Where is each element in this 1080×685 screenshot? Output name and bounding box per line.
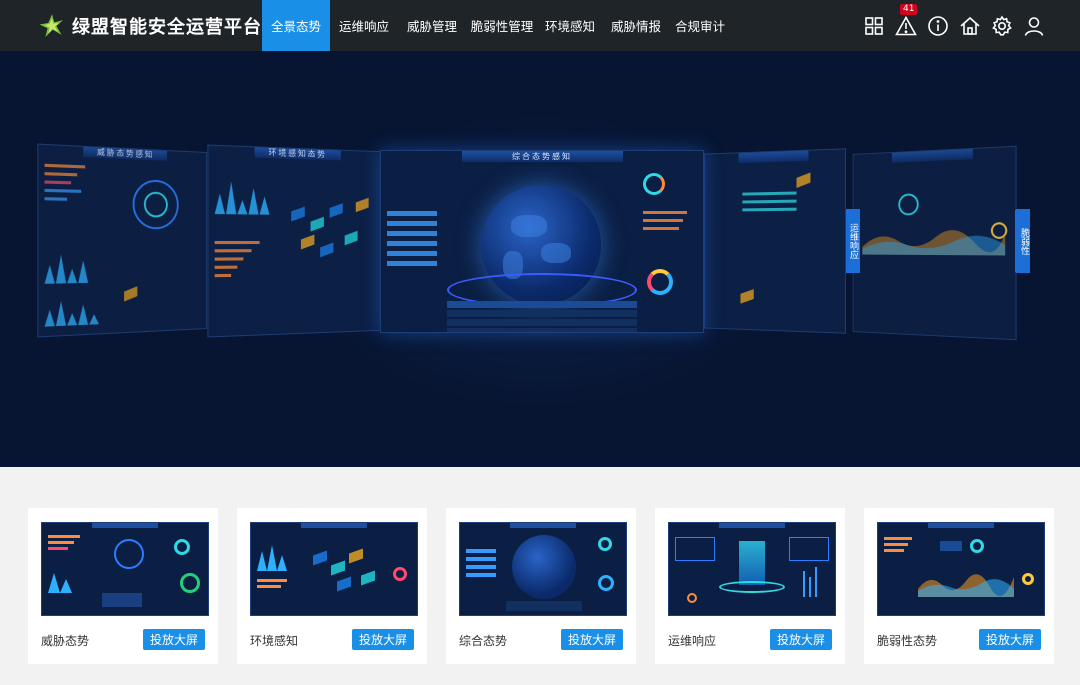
peak-chart bbox=[44, 300, 99, 327]
gear-icon bbox=[992, 14, 1012, 36]
info-button[interactable] bbox=[926, 14, 950, 38]
nav-label: 运维响应 bbox=[338, 19, 389, 34]
alerts-button[interactable]: 41 bbox=[894, 3, 918, 38]
card-thumbnail[interactable] bbox=[41, 522, 209, 616]
carousel-screen-ops[interactable] bbox=[704, 148, 846, 334]
gauge-graphic bbox=[643, 173, 665, 195]
bar-panel bbox=[44, 163, 95, 207]
node-block bbox=[320, 242, 334, 258]
card-title: 运维响应 bbox=[668, 634, 717, 648]
dashboard-card: 脆弱性态势 投放大屏 bbox=[864, 508, 1054, 664]
info-icon bbox=[928, 15, 948, 36]
nav-label: 威胁情报 bbox=[610, 19, 661, 34]
card-thumbnail[interactable] bbox=[459, 522, 627, 616]
screen-title: 威胁态势感知 bbox=[97, 147, 155, 160]
dashboard-card: 综合态势 投放大屏 bbox=[446, 508, 636, 664]
nsfocus-logo-icon bbox=[39, 13, 64, 37]
node-block bbox=[740, 289, 754, 304]
nav-label: 合规审计 bbox=[674, 19, 725, 34]
nav-item-threat-mgmt[interactable]: 威胁管理 bbox=[398, 0, 466, 51]
donut-chart bbox=[647, 269, 673, 295]
carousel-screen-env[interactable]: 环境感知态势 bbox=[207, 144, 383, 338]
radar-ring-inner bbox=[143, 191, 168, 218]
screen-header bbox=[891, 148, 973, 163]
carousel-screen-threat[interactable]: 威胁态势感知 bbox=[37, 143, 207, 338]
dashboard-card: 运维响应 投放大屏 bbox=[655, 508, 845, 664]
bar-panel bbox=[214, 241, 266, 282]
brand[interactable]: 绿盟智能安全运营平台 bbox=[0, 0, 262, 51]
screen-header: 环境感知态势 bbox=[254, 147, 341, 161]
screen-title: 环境感知态势 bbox=[268, 147, 327, 159]
nav-item-panorama[interactable]: 全景态势 bbox=[262, 0, 330, 51]
card-title: 环境感知 bbox=[250, 634, 299, 648]
user-icon bbox=[1024, 16, 1044, 36]
dashboard-card-list: 威胁态势 投放大屏 环境感知 投放大屏 综合态势 投放大屏 运维响应 投放大屏 … bbox=[28, 508, 1054, 664]
top-header: 绿盟智能安全运营平台 全景态势 运维响应 威胁管理 脆弱性管理 环境感知 威胁情… bbox=[0, 0, 1080, 51]
screen-header: 威胁态势感知 bbox=[83, 146, 167, 161]
home-icon bbox=[960, 16, 980, 35]
card-thumbnail[interactable] bbox=[877, 522, 1045, 616]
node-block bbox=[300, 234, 315, 250]
carousel-screen-vuln[interactable] bbox=[852, 145, 1017, 341]
legend-panel bbox=[643, 211, 699, 235]
area-wave-chart bbox=[862, 229, 1006, 256]
tab-ops-response[interactable]: 运维响应 bbox=[846, 209, 860, 273]
tab-vuln[interactable]: 脆弱性 bbox=[1015, 209, 1030, 273]
alert-icon bbox=[895, 15, 917, 35]
nav-label: 全景态势 bbox=[270, 19, 321, 34]
node-block bbox=[291, 206, 305, 222]
node-block bbox=[124, 286, 138, 302]
event-table bbox=[447, 301, 637, 332]
nav-item-vuln-mgmt[interactable]: 脆弱性管理 bbox=[466, 0, 538, 51]
dashboard-card: 环境感知 投放大屏 bbox=[237, 508, 427, 664]
screen-header bbox=[738, 150, 809, 164]
cast-to-big-screen-button[interactable]: 投放大屏 bbox=[770, 629, 832, 650]
card-thumbnail[interactable] bbox=[668, 522, 836, 616]
cast-to-big-screen-button[interactable]: 投放大屏 bbox=[352, 629, 414, 650]
node-block bbox=[329, 203, 343, 218]
donut-ring bbox=[898, 193, 919, 216]
node-block bbox=[796, 172, 811, 189]
dashboard-carousel: 威胁态势感知 环境感知态势 综合态势感知 运维响应 脆弱性 bbox=[0, 51, 1080, 467]
alert-count-badge: 41 bbox=[900, 3, 918, 15]
grid-icon bbox=[865, 16, 883, 35]
nav-item-compliance[interactable]: 合规审计 bbox=[670, 0, 730, 51]
node-block bbox=[310, 216, 324, 232]
nav-label: 脆弱性管理 bbox=[470, 19, 534, 34]
cast-to-big-screen-button[interactable]: 投放大屏 bbox=[979, 629, 1041, 650]
carousel-screen-overview[interactable]: 综合态势感知 bbox=[380, 150, 704, 333]
nav-item-ops-response[interactable]: 运维响应 bbox=[330, 0, 398, 51]
card-title: 威胁态势 bbox=[41, 634, 90, 648]
peak-chart bbox=[214, 181, 270, 215]
brand-title: 绿盟智能安全运营平台 bbox=[72, 16, 262, 38]
peak-chart bbox=[44, 254, 89, 284]
nav-item-env-awareness[interactable]: 环境感知 bbox=[538, 0, 602, 51]
card-title: 脆弱性态势 bbox=[877, 634, 938, 648]
node-block bbox=[344, 230, 358, 246]
cast-to-big-screen-button[interactable]: 投放大屏 bbox=[561, 629, 623, 650]
user-button[interactable] bbox=[1022, 14, 1046, 38]
nav-label: 威胁管理 bbox=[406, 19, 457, 34]
main-nav: 全景态势 运维响应 威胁管理 脆弱性管理 环境感知 威胁情报 合规审计 bbox=[262, 0, 730, 51]
apps-button[interactable] bbox=[862, 14, 886, 38]
screen-header: 综合态势感知 bbox=[461, 151, 623, 162]
list-panel bbox=[387, 211, 443, 271]
settings-button[interactable] bbox=[990, 14, 1014, 38]
node-block bbox=[355, 197, 369, 213]
card-thumbnail[interactable] bbox=[250, 522, 418, 616]
dashboard-card: 威胁态势 投放大屏 bbox=[28, 508, 218, 664]
cast-to-big-screen-button[interactable]: 投放大屏 bbox=[143, 629, 205, 650]
nav-label: 环境感知 bbox=[544, 19, 595, 34]
bar-panel bbox=[742, 191, 800, 216]
home-button[interactable] bbox=[958, 14, 982, 38]
screen-title: 综合态势感知 bbox=[512, 152, 572, 161]
card-title: 综合态势 bbox=[459, 634, 508, 648]
area-wave-chart bbox=[918, 574, 1014, 597]
header-tools: 41 bbox=[862, 0, 1046, 51]
nav-item-threat-intel[interactable]: 威胁情报 bbox=[602, 0, 670, 51]
